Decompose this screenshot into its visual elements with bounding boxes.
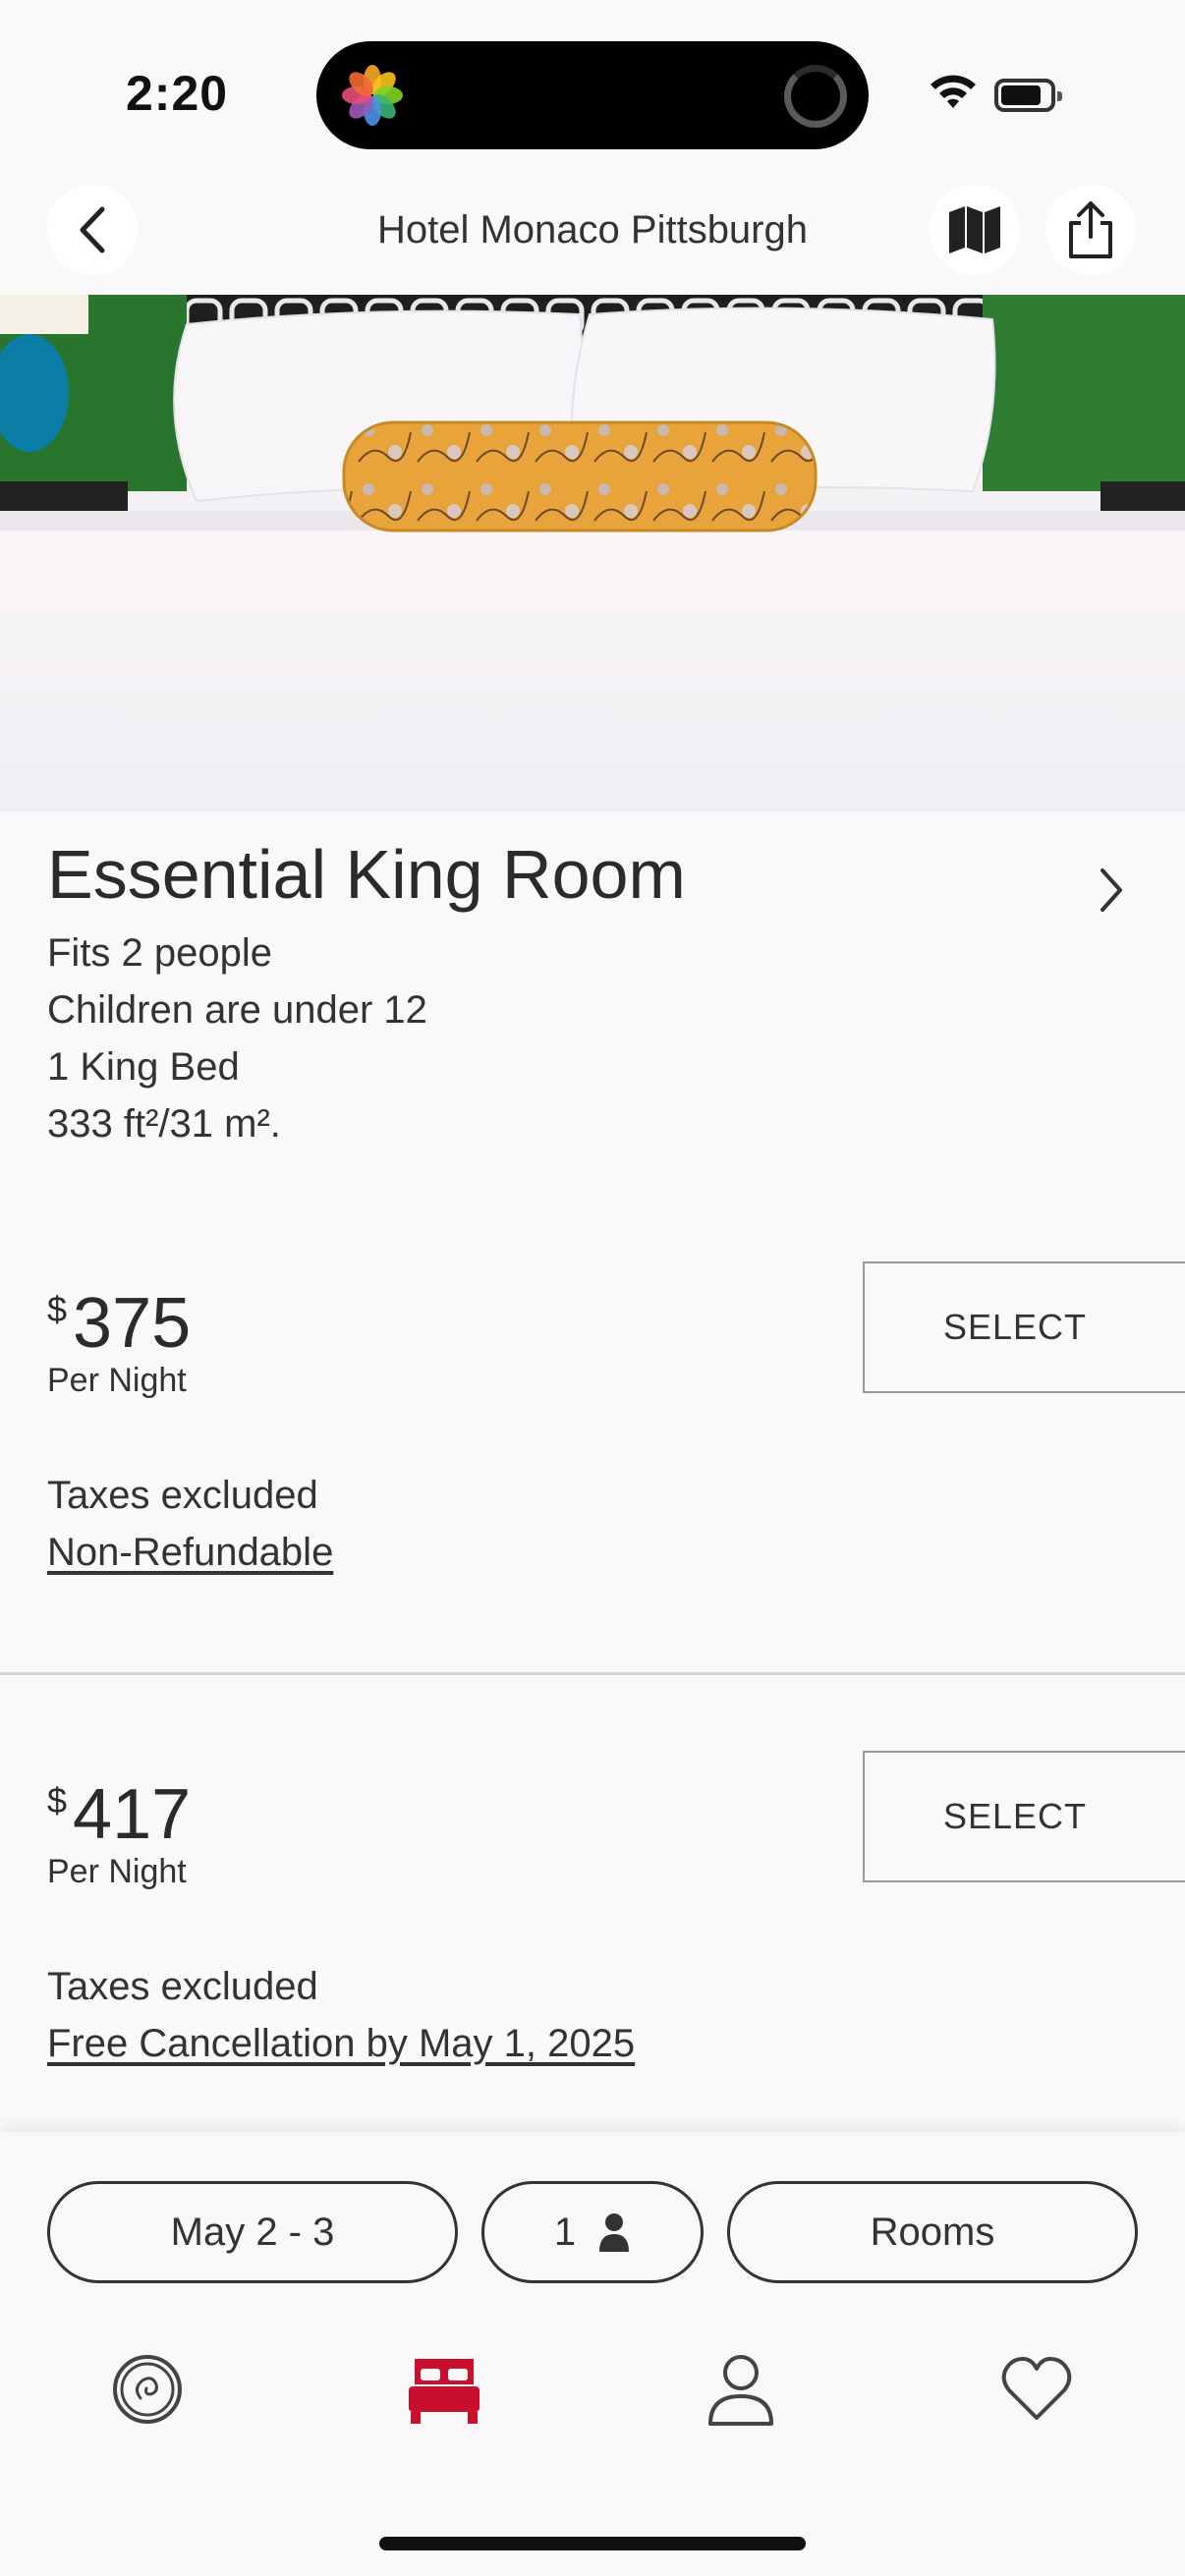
bottom-panel: May 2 - 3 1 Rooms (0, 2132, 1185, 2576)
select-button[interactable]: SELECT (863, 1751, 1185, 1882)
bed-icon (409, 2359, 480, 2424)
wifi-icon (931, 75, 976, 108)
cancellation-policy-link[interactable]: Non-Refundable (47, 1531, 333, 1575)
cancellation-policy-link[interactable]: Free Cancellation by May 1, 2025 (47, 2022, 635, 2066)
home-swirl-icon (113, 2355, 182, 2424)
rooms-label: Rooms (870, 2210, 995, 2254)
guests-count: 1 (553, 2210, 577, 2254)
status-bar: 2:20 (0, 0, 1185, 177)
person-icon (599, 2213, 630, 2252)
room-capacity: Fits 2 people (47, 931, 273, 975)
room-title[interactable]: Essential King Room (47, 835, 686, 914)
taxes-label: Taxes excluded (47, 1965, 318, 2008)
dates-label: May 2 - 3 (170, 2210, 335, 2254)
taxes-label: Taxes excluded (47, 1474, 318, 1517)
rooms-pill[interactable]: Rooms (727, 2181, 1138, 2283)
photos-app-icon (342, 65, 403, 126)
room-children-policy: Children are under 12 (47, 988, 427, 1032)
navigation-header: Hotel Monaco Pittsburgh (0, 177, 1185, 295)
rate-price: $ 375 (47, 1283, 191, 1364)
room-size: 333 ft²/31 m². (47, 1102, 281, 1146)
tab-favorites[interactable] (988, 2340, 1086, 2438)
battery-icon (994, 79, 1062, 112)
map-button[interactable] (930, 185, 1020, 275)
tab-account[interactable] (692, 2340, 790, 2438)
share-button[interactable] (1045, 185, 1136, 275)
home-indicator[interactable] (379, 2537, 806, 2550)
select-button[interactable]: SELECT (863, 1261, 1185, 1393)
price-amount: 375 (73, 1284, 192, 1363)
per-night-label: Per Night (47, 1853, 187, 1890)
room-photo[interactable] (0, 295, 1185, 812)
currency-symbol: $ (47, 1780, 68, 1820)
heart-icon (1001, 2357, 1072, 2420)
chevron-right-icon[interactable] (1097, 867, 1126, 914)
price-amount: 417 (73, 1775, 192, 1854)
dynamic-island (316, 41, 869, 149)
map-icon (949, 206, 1000, 253)
currency-symbol: $ (47, 1289, 68, 1329)
share-icon (1069, 201, 1112, 258)
tab-stays[interactable] (395, 2340, 493, 2438)
person-icon (708, 2355, 773, 2426)
dates-pill[interactable]: May 2 - 3 (47, 2181, 458, 2283)
room-bed-type: 1 King Bed (47, 1045, 240, 1089)
room-photo-image (0, 295, 1185, 812)
per-night-label: Per Night (47, 1362, 187, 1399)
rate-price: $ 417 (47, 1774, 191, 1855)
tab-home[interactable] (98, 2340, 197, 2438)
activity-spinner-icon (784, 65, 847, 128)
guests-pill[interactable]: 1 (481, 2181, 704, 2283)
divider (0, 1672, 1185, 1675)
status-time: 2:20 (126, 66, 229, 121)
